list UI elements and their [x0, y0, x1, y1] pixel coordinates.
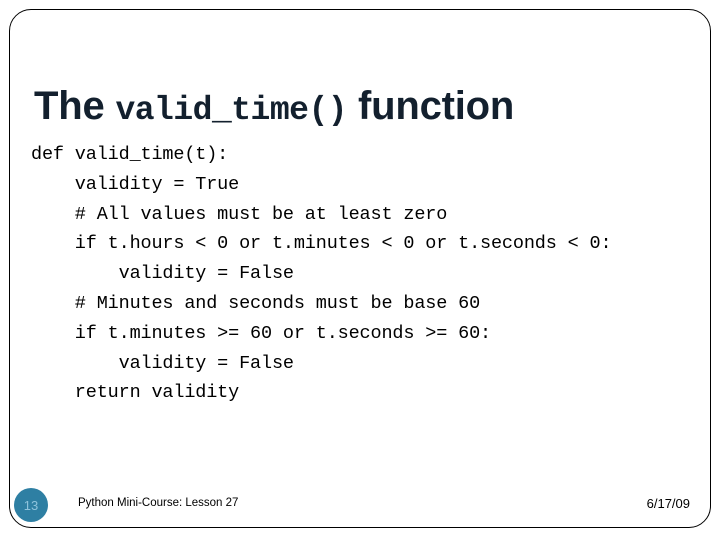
- code-line: validity = True: [31, 173, 240, 195]
- code-line: # Minutes and seconds must be base 60: [31, 292, 481, 314]
- code-line: if t.minutes >= 60 or t.seconds >= 60:: [31, 322, 491, 344]
- code-block: def valid_time(t): validity = True # All…: [31, 140, 691, 408]
- title-suffix: function: [347, 83, 515, 128]
- slide-number-badge: 13: [14, 488, 48, 522]
- code-line: validity = False: [31, 263, 294, 285]
- title-prefix: The: [34, 83, 116, 128]
- code-line: # All values must be at least zero: [31, 203, 448, 225]
- title-code-fragment: valid_time(): [115, 91, 348, 129]
- code-line: if t.hours < 0 or t.minutes < 0 or t.sec…: [31, 233, 612, 255]
- footer-text: Python Mini-Course: Lesson 27: [78, 497, 239, 509]
- presentation-slide: The valid_time() function def valid_time…: [0, 0, 720, 540]
- footer-date: 6/17/09: [646, 496, 690, 511]
- code-line: validity = False: [31, 352, 294, 374]
- code-line: return validity: [31, 382, 240, 404]
- page-title: The valid_time() function: [34, 79, 684, 135]
- code-line: def valid_time(t):: [31, 144, 229, 165]
